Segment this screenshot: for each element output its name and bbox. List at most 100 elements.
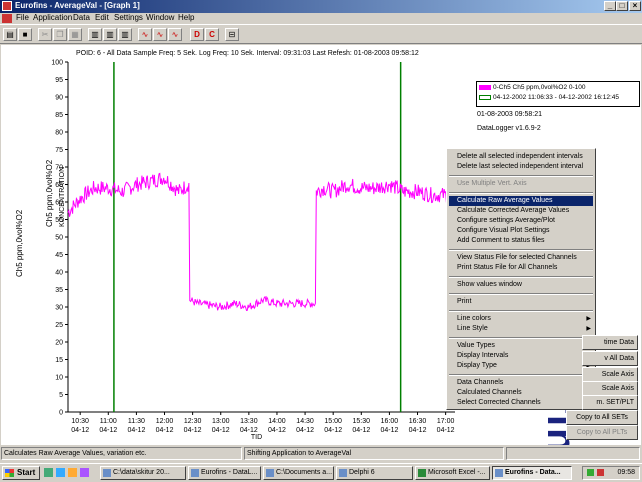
menu-separator (449, 293, 593, 295)
menu-item-print-status-file-for-all-channels[interactable]: Print Status File for All Channels (457, 263, 557, 273)
menu-file[interactable]: File (16, 13, 29, 22)
chart-icon-1[interactable]: ▥ (88, 28, 102, 41)
window-title: Eurofins - AverageVal - [Graph 1] (15, 1, 140, 10)
task-eurofins-datal[interactable]: Eurofins - DataL... (188, 466, 261, 480)
x-tick-label-date: 04-12 (296, 427, 314, 434)
menu-data[interactable]: Data (73, 13, 90, 22)
menu-item-configure-visual-plot-settings[interactable]: Configure Visual Plot Settings (457, 226, 549, 236)
excel-icon (418, 469, 426, 477)
curve-icon-3[interactable]: ∿ (168, 28, 182, 41)
x-tick-label-date: 04-12 (268, 427, 286, 434)
windows-logo-icon (5, 469, 14, 477)
menu-separator (449, 192, 593, 194)
task-skitur[interactable]: C:\data\skitur 20... (100, 466, 186, 480)
x-tick-label-time: 11:00 (100, 418, 117, 425)
y-tick-label: 80 (55, 130, 63, 137)
d-button[interactable]: D (190, 28, 204, 41)
zoom-icon[interactable]: ⊟ (225, 28, 239, 41)
c-button[interactable]: C (205, 28, 219, 41)
cut-icon[interactable]: ✂ (38, 28, 52, 41)
menu-item-line-style[interactable]: Line Style (457, 324, 488, 334)
folder-icon (266, 469, 274, 477)
folder-icon (103, 469, 111, 477)
menu-item-add-comment-to-status-files[interactable]: Add Comment to status files (457, 236, 545, 246)
menu-edit[interactable]: Edit (95, 13, 109, 22)
chart-icon-3[interactable]: ▥ (118, 28, 132, 41)
task-documents[interactable]: C:\Documents a... (263, 466, 334, 480)
x-tick-label-date: 04-12 (324, 427, 342, 434)
side-button-time-data[interactable]: time Data (582, 335, 638, 350)
save-icon[interactable]: ■ (18, 28, 32, 41)
menu-item-delete-last-selected-independent-interval[interactable]: Delete last selected independent interva… (457, 162, 583, 172)
menu-item-value-types[interactable]: Value Types (457, 341, 495, 351)
menu-item-calculate-corrected-average-values[interactable]: Calculate Corrected Average Values (457, 206, 569, 216)
y-tick-label: 85 (55, 112, 63, 119)
quicklaunch-icon-3[interactable] (68, 468, 77, 477)
menu-separator (449, 374, 593, 376)
close-icon[interactable]: × (629, 1, 641, 11)
menu-settings[interactable]: Settings (114, 13, 143, 22)
tray-icon-1[interactable] (587, 469, 594, 476)
menu-item-calculate-raw-average-values[interactable]: Calculate Raw Average Values (449, 196, 593, 206)
paste-icon[interactable]: ▦ (68, 28, 82, 41)
copy-icon[interactable]: ❐ (53, 28, 67, 41)
start-button[interactable]: Start (2, 466, 40, 480)
x-tick-label-date: 04-12 (437, 427, 455, 434)
quicklaunch-icon-2[interactable] (56, 468, 65, 477)
side-button-copy-to-all-sets[interactable]: Copy to All SETs (566, 410, 638, 425)
open-icon[interactable]: ▤ (3, 28, 17, 41)
menu-item-print[interactable]: Print (457, 297, 471, 307)
menu-item-delete-all-selected-independent-intervals[interactable]: Delete all selected independent interval… (457, 152, 583, 162)
title-bar: Eurofins - AverageVal - [Graph 1] _ □ × (0, 0, 642, 13)
x-tick-label-date: 04-12 (240, 427, 258, 434)
y-tick-label: 0 (59, 410, 63, 417)
side-button-v-all-data[interactable]: v All Data (582, 351, 638, 366)
menu-separator (449, 175, 593, 177)
y-tick-label: 45 (55, 252, 63, 259)
menu-window[interactable]: Window (146, 13, 174, 22)
status-right: Shifting Application to AverageVal (244, 447, 504, 460)
menu-help[interactable]: Help (178, 13, 194, 22)
menu-item-display-type[interactable]: Display Type (457, 361, 497, 371)
chart-icon-2[interactable]: ▥ (103, 28, 117, 41)
menu-item-select-corrected-channels[interactable]: Select Corrected Channels (457, 398, 541, 408)
task-eurofins-data-active[interactable]: Eurofins - Data... (492, 466, 572, 480)
legend-entry-1: 0-Ch5 Ch5 ppm,0vol%O2 0-100 (479, 84, 586, 91)
task-delphi[interactable]: Delphi 6 (336, 466, 413, 480)
menu-application[interactable]: Application (33, 13, 72, 22)
task-excel[interactable]: Microsoft Excel -... (415, 466, 490, 480)
app-icon[interactable] (2, 1, 12, 11)
menu-item-configure-settings-average-plot[interactable]: Configure settings Average/Plot (457, 216, 555, 226)
y-tick-label: 35 (55, 287, 63, 294)
menu-item-display-intervals[interactable]: Display Intervals (457, 351, 508, 361)
menu-item-view-status-file-for-selected-channels[interactable]: View Status File for selected Channels (457, 253, 577, 263)
maximize-icon[interactable]: □ (616, 1, 628, 11)
legend-entry-2: 04-12-2002 11:06:33 - 04-12-2002 16:12:4… (479, 94, 619, 101)
quicklaunch-icon-1[interactable] (44, 468, 53, 477)
taskbar: Start C:\data\skitur 20... Eurofins - Da… (0, 463, 642, 482)
x-tick-label-time: 17:00 (437, 418, 455, 425)
y-axis-label-koncentration: KONCENTRATION (59, 166, 66, 227)
clock[interactable]: 09:58 (617, 469, 635, 476)
x-tick-label-date: 04-12 (352, 427, 370, 434)
side-button-scale-axis[interactable]: Scale Axis (582, 381, 638, 396)
quicklaunch-icon-4[interactable] (80, 468, 89, 477)
curve-icon-2[interactable]: ∿ (153, 28, 167, 41)
side-button-copy-to-all-plts: Copy to All PLTs (566, 425, 638, 440)
legend-label-1: 0-Ch5 Ch5 ppm,0vol%O2 0-100 (493, 84, 586, 91)
minimize-icon[interactable]: _ (604, 1, 616, 11)
tray-icon-2[interactable] (597, 469, 604, 476)
menu-item-line-colors[interactable]: Line colors (457, 314, 491, 324)
curve-icon-1[interactable]: ∿ (138, 28, 152, 41)
menu-item-show-values-window[interactable]: Show values window (457, 280, 522, 290)
x-tick-label-time: 14:00 (268, 418, 286, 425)
side-button-scale-axis[interactable]: Scale Axis (582, 367, 638, 382)
task-label: C:\Documents a... (276, 469, 333, 476)
menu-item-data-channels[interactable]: Data Channels (457, 378, 503, 388)
system-tray: 09:58 (582, 466, 640, 480)
legend-swatch-1 (479, 84, 491, 90)
doc-icon[interactable] (2, 14, 12, 23)
delphi-icon (339, 469, 347, 477)
side-button-m-set-plt[interactable]: m. SET/PLT (582, 395, 638, 410)
menu-item-calculated-channels[interactable]: Calculated Channels (457, 388, 522, 398)
